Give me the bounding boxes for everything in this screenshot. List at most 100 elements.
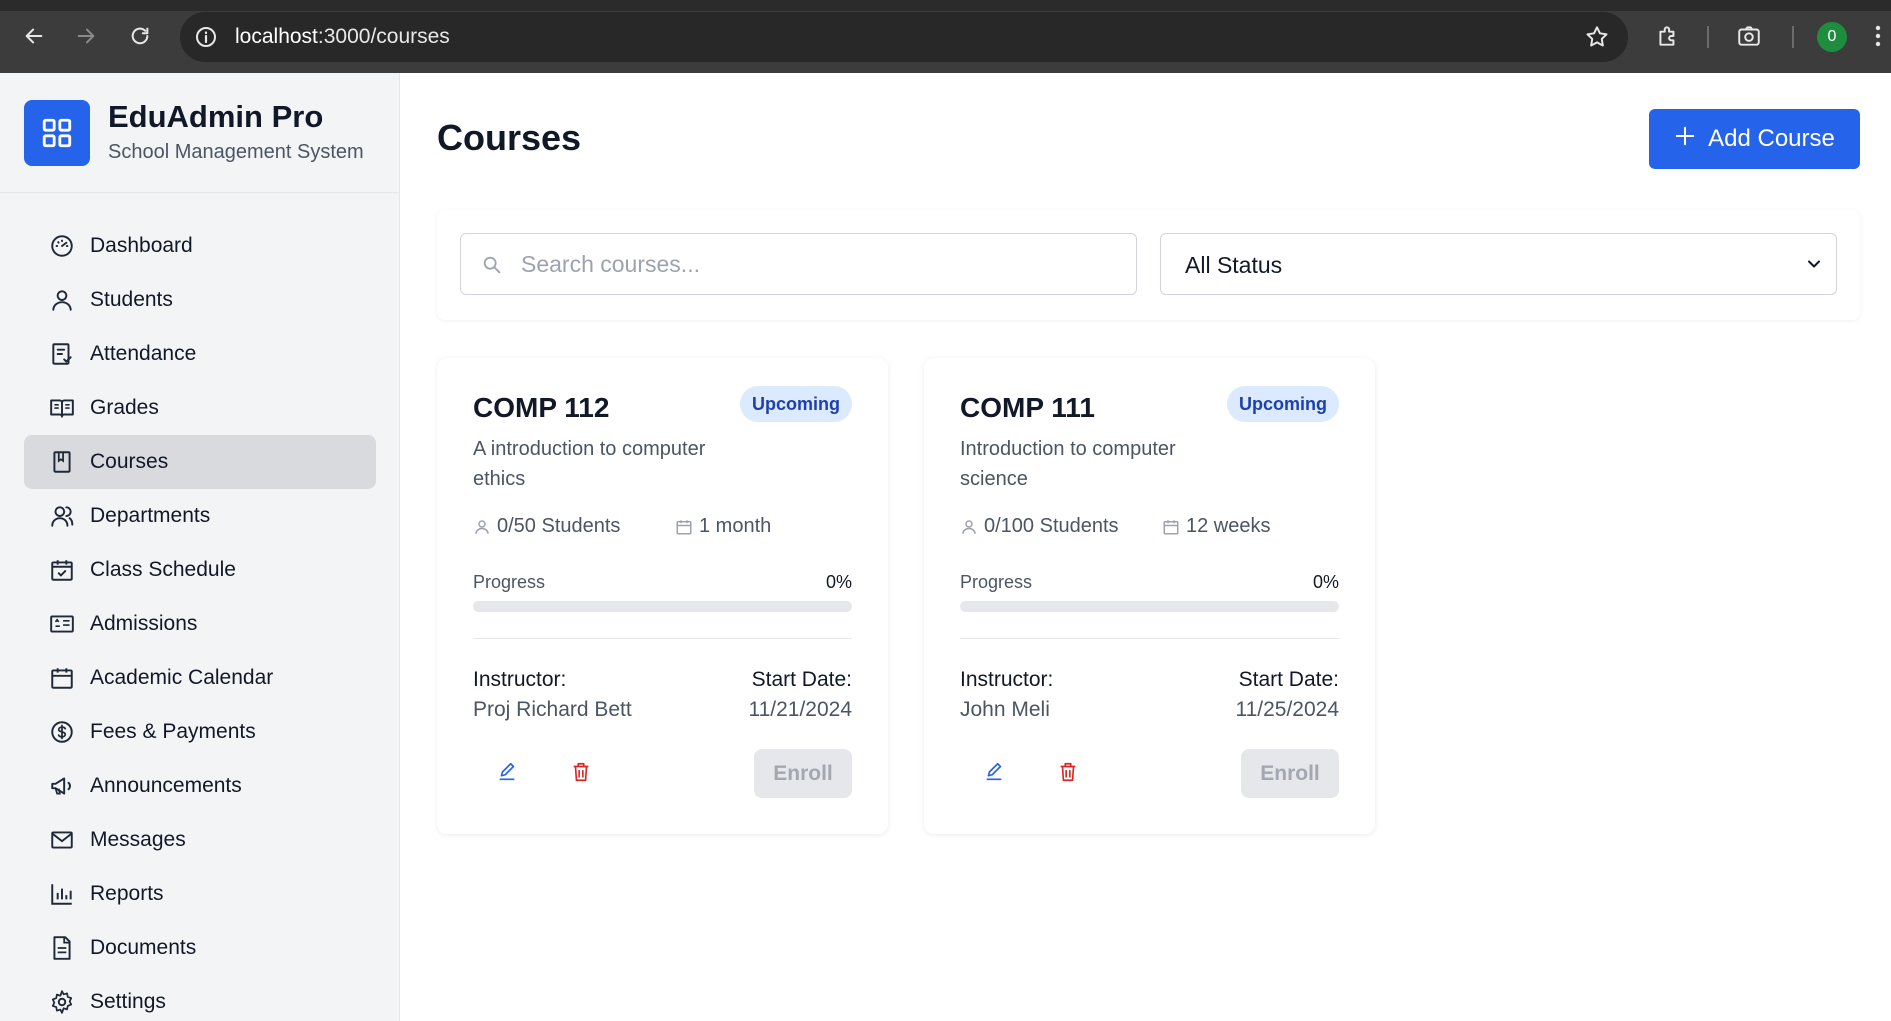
progress-bar [473, 601, 852, 612]
clipboard-icon [48, 340, 76, 368]
profile-avatar[interactable]: 0 [1817, 22, 1847, 52]
course-duration: 12 weeks [1186, 515, 1271, 537]
status-badge: Upcoming [740, 386, 852, 422]
id-card-icon [48, 610, 76, 638]
delete-button[interactable] [565, 758, 597, 790]
extensions-icon[interactable] [1652, 20, 1684, 52]
sidebar-item-fees-payments[interactable]: Fees & Payments [24, 705, 376, 759]
progress-value: 0% [1312, 572, 1339, 592]
sidebar-item-documents[interactable]: Documents [24, 921, 376, 975]
sidebar-item-settings[interactable]: Settings [24, 975, 376, 1021]
search-icon [481, 254, 503, 281]
url-host: localhost [235, 25, 318, 48]
sidebar-item-label: Announcements [90, 774, 242, 797]
delete-button[interactable] [1052, 758, 1084, 790]
add-course-button[interactable]: Add Course [1649, 109, 1860, 169]
sidebar-item-courses[interactable]: Courses [24, 435, 376, 489]
back-icon[interactable] [18, 20, 50, 52]
gauge-icon [48, 232, 76, 260]
status-filter-value: All Status [1185, 252, 1283, 278]
start-date-value: 11/21/2024 [748, 698, 852, 721]
brand-title: EduAdmin Pro [108, 99, 324, 134]
sidebar-item-academic-calendar[interactable]: Academic Calendar [24, 651, 376, 705]
calendar-icon [1162, 518, 1180, 536]
sidebar-item-label: Class Schedule [90, 558, 236, 581]
bar-chart-icon [48, 880, 76, 908]
tab-strip [0, 0, 1891, 11]
bookmark-star-icon[interactable] [1584, 24, 1610, 55]
sidebar-item-label: Reports [90, 882, 164, 905]
sidebar: EduAdmin Pro School Management System Da… [0, 73, 400, 1021]
sidebar-item-label: Dashboard [90, 234, 193, 257]
edit-button[interactable] [491, 758, 523, 790]
forward-icon[interactable] [70, 20, 102, 52]
course-duration-wrap: 12 weeks [1162, 515, 1271, 538]
course-card: COMP 112 Upcoming A introduction to comp… [437, 358, 888, 834]
sidebar-item-departments[interactable]: Departments [24, 489, 376, 543]
progress-label: Progress [960, 572, 1033, 592]
sidebar-item-label: Courses [90, 450, 169, 473]
search-input[interactable] [521, 246, 1121, 282]
main-content: Courses Add Course All Status COMP 112 U… [400, 73, 1891, 1021]
course-duration-wrap: 1 month [675, 515, 771, 538]
users-icon [48, 502, 76, 530]
add-course-label: Add Course [1708, 125, 1835, 152]
page-title: Courses [437, 117, 582, 158]
sidebar-item-messages[interactable]: Messages [24, 813, 376, 867]
sidebar-item-announcements[interactable]: Announcements [24, 759, 376, 813]
enroll-button[interactable]: Enroll [754, 749, 852, 798]
sidebar-item-dashboard[interactable]: Dashboard [24, 219, 376, 273]
pencil-icon [983, 761, 1005, 788]
sidebar-item-attendance[interactable]: Attendance [24, 327, 376, 381]
calendar-icon [675, 518, 693, 536]
course-code: COMP 112 [473, 392, 610, 423]
student-count: 0/50 Students [497, 515, 621, 537]
sidebar-item-label: Departments [90, 504, 211, 527]
instructor-label: Instructor: [960, 668, 1054, 691]
sidebar-item-label: Attendance [90, 342, 197, 365]
course-meta: 0/50 Students 1 month [473, 515, 771, 538]
course-description: A introduction to computer ethics [473, 438, 706, 490]
progress-label: Progress [473, 572, 546, 592]
instructor-label: Instructor: [473, 668, 567, 691]
screenshot-icon[interactable] [1733, 20, 1765, 52]
status-filter-select[interactable]: All Status [1160, 233, 1837, 295]
book-open-icon [48, 394, 76, 422]
start-date-label: Start Date: [751, 668, 852, 691]
sidebar-item-grades[interactable]: Grades [24, 381, 376, 435]
card-divider [473, 638, 852, 639]
sidebar-item-label: Academic Calendar [90, 666, 274, 689]
brand-subtitle: School Management System [108, 141, 364, 163]
calendar-icon [48, 664, 76, 692]
sidebar-item-label: Settings [90, 990, 166, 1013]
site-info-icon[interactable] [194, 25, 218, 54]
reload-icon[interactable] [124, 20, 156, 52]
course-duration: 1 month [699, 515, 772, 537]
mail-icon [48, 826, 76, 854]
sidebar-item-students[interactable]: Students [24, 273, 376, 327]
edit-button[interactable] [978, 758, 1010, 790]
sidebar-item-class-schedule[interactable]: Class Schedule [24, 543, 376, 597]
user-icon [473, 518, 491, 536]
instructor-name: John Meli [960, 698, 1050, 721]
filter-bar: All Status [437, 210, 1860, 320]
search-box[interactable] [460, 233, 1137, 295]
user-icon [48, 286, 76, 314]
dollar-icon [48, 718, 76, 746]
status-badge: Upcoming [1227, 386, 1339, 422]
browser-toolbar: localhost:3000/courses 0 [0, 0, 1891, 73]
sidebar-item-label: Students [90, 288, 173, 311]
menu-dots-icon[interactable] [1868, 20, 1888, 52]
sidebar-item-label: Grades [90, 396, 159, 419]
sidebar-item-reports[interactable]: Reports [24, 867, 376, 921]
address-bar[interactable]: localhost:3000/courses [180, 12, 1628, 62]
sidebar-nav: Dashboard Students Attendance Grades Cou… [24, 219, 376, 1021]
enroll-button[interactable]: Enroll [1241, 749, 1339, 798]
sidebar-item-admissions[interactable]: Admissions [24, 597, 376, 651]
progress-value: 0% [825, 572, 852, 592]
sidebar-item-label: Admissions [90, 612, 198, 635]
sidebar-item-label: Messages [90, 828, 186, 851]
calendar-check-icon [48, 556, 76, 584]
student-count: 0/100 Students [984, 515, 1119, 537]
instructor-name: Proj Richard Bett [473, 698, 632, 721]
